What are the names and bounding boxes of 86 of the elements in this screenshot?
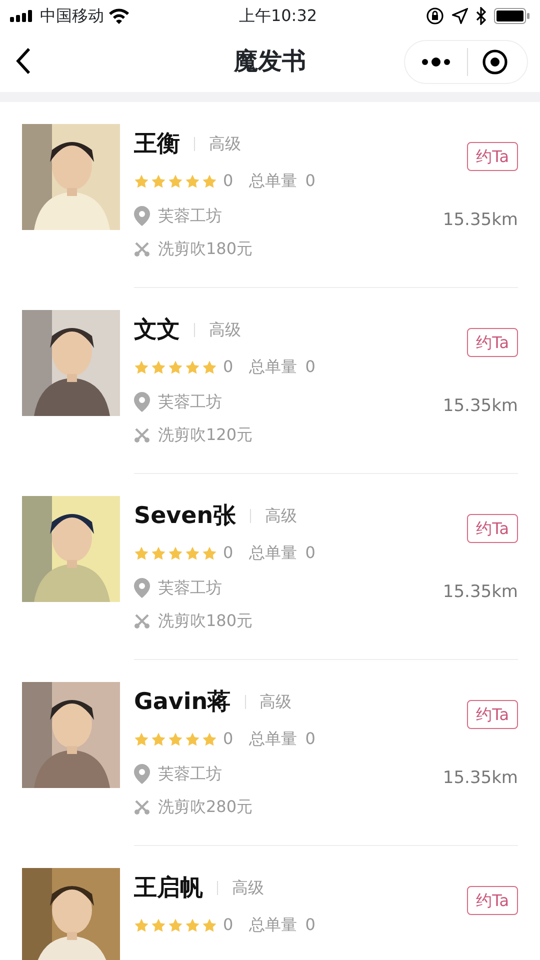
distance-label: 15.35km	[442, 767, 518, 790]
book-button[interactable]: 约Ta	[467, 328, 518, 358]
star-icon	[185, 360, 200, 374]
star-icon	[168, 174, 183, 188]
star-icon	[185, 918, 200, 932]
star-icon	[151, 360, 166, 374]
star-icon	[202, 360, 217, 374]
star-icon	[168, 732, 183, 746]
orders-count: 0	[305, 170, 316, 192]
level-label: 高级	[265, 505, 298, 527]
orders-label: 总单量	[249, 356, 298, 378]
distance-label: 15.35km	[442, 395, 518, 418]
star-icon	[202, 174, 217, 188]
star-icon	[134, 732, 149, 746]
book-button[interactable]: 约Ta	[467, 886, 518, 916]
rating-count: 0	[223, 542, 234, 564]
star-icon	[202, 732, 217, 746]
star-icon	[168, 360, 183, 374]
rating-count: 0	[223, 356, 234, 378]
orders-label: 总单量	[249, 542, 298, 564]
stylist-name: 王启帆	[134, 874, 203, 903]
location-pin-icon	[134, 578, 150, 598]
shop-name: 芙蓉工坊	[158, 205, 222, 227]
orders-count: 0	[305, 728, 316, 750]
scissors-icon	[134, 241, 150, 257]
bluetooth-icon	[476, 7, 486, 25]
book-button[interactable]: 约Ta	[467, 514, 518, 544]
rating-count: 0	[223, 914, 234, 936]
star-icon	[151, 732, 166, 746]
page-title: 魔发书	[234, 46, 306, 77]
level-label: 高级	[209, 319, 241, 341]
battery-icon	[494, 8, 530, 24]
rating-count: 0	[223, 728, 234, 750]
shop-name: 芙蓉工坊	[158, 577, 222, 599]
star-icon	[134, 174, 149, 188]
star-icon	[151, 546, 166, 560]
star-icon	[134, 918, 149, 932]
back-icon[interactable]	[14, 46, 32, 76]
star-icon	[202, 918, 217, 932]
book-button[interactable]: 约Ta	[467, 142, 518, 172]
star-icon	[151, 174, 166, 188]
scissors-icon	[134, 613, 150, 629]
service-price: 洗剪吹180元	[158, 238, 253, 260]
distance-label: 15.35km	[442, 209, 518, 232]
stylist-name: Seven张	[134, 502, 236, 531]
location-arrow-icon	[452, 8, 468, 24]
orders-label: 总单量	[249, 914, 298, 936]
stylist-name: 王衡	[134, 130, 180, 159]
scissors-icon	[134, 799, 150, 815]
rotation-lock-icon	[426, 7, 444, 25]
location-pin-icon	[134, 764, 150, 784]
book-button[interactable]: 约Ta	[467, 700, 518, 730]
location-pin-icon	[134, 392, 150, 412]
star-icon	[185, 546, 200, 560]
orders-count: 0	[305, 356, 316, 378]
stylist-name: 文文	[134, 316, 180, 345]
level-label: 高级	[232, 877, 264, 899]
orders-count: 0	[305, 542, 316, 564]
service-price: 洗剪吹120元	[158, 424, 253, 446]
shop-name: 芙蓉工坊	[158, 391, 222, 413]
orders-label: 总单量	[249, 728, 298, 750]
star-icon	[185, 174, 200, 188]
carrier-name: 中国移动	[40, 5, 104, 27]
distance-label: 15.35km	[442, 581, 518, 604]
wifi-icon	[108, 8, 130, 24]
level-label: 高级	[260, 691, 292, 713]
more-icon[interactable]	[421, 57, 451, 67]
location-pin-icon	[134, 206, 150, 226]
service-price: 洗剪吹180元	[158, 610, 253, 632]
shop-name: 芙蓉工坊	[158, 763, 222, 785]
star-icon	[151, 918, 166, 932]
star-icon	[202, 546, 217, 560]
orders-count: 0	[305, 914, 316, 936]
service-price: 洗剪吹280元	[158, 796, 253, 818]
level-label: 高级	[209, 133, 241, 155]
star-icon	[185, 732, 200, 746]
stylist-name: Gavin蒋	[134, 688, 231, 717]
scissors-icon	[134, 427, 150, 443]
close-target-icon[interactable]	[482, 49, 508, 75]
star-icon	[134, 360, 149, 374]
rating-count: 0	[223, 170, 234, 192]
star-icon	[168, 546, 183, 560]
star-icon	[168, 918, 183, 932]
star-icon	[134, 546, 149, 560]
clock-time: 上午10:32	[238, 5, 318, 27]
orders-label: 总单量	[249, 170, 298, 192]
